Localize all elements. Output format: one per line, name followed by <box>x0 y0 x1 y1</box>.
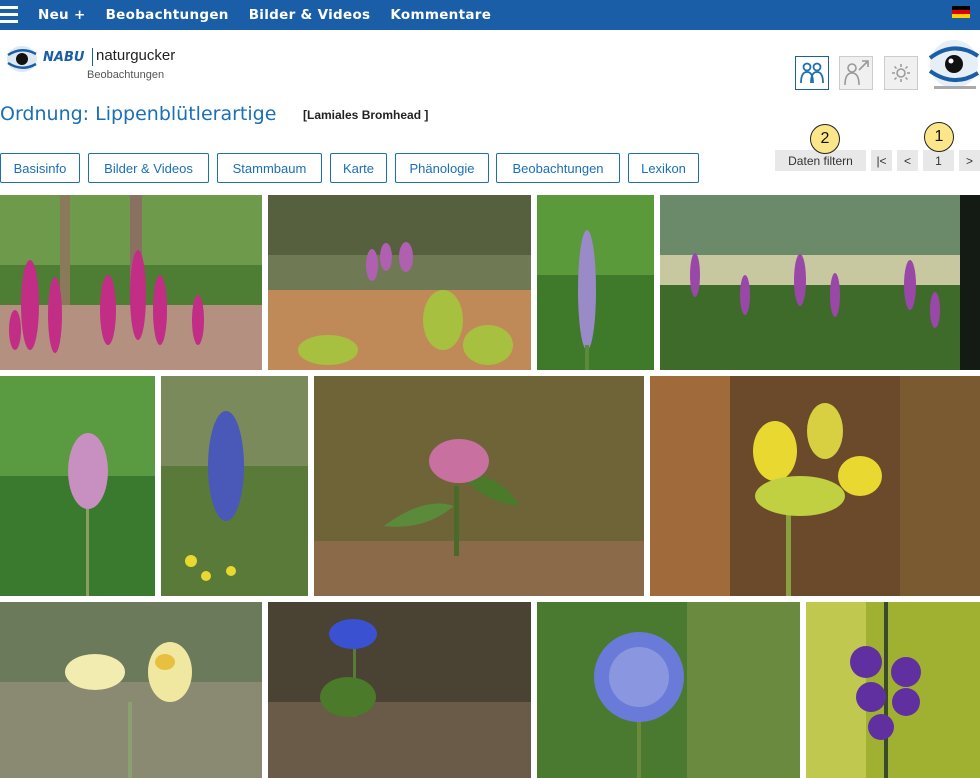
german-flag-icon[interactable] <box>952 6 970 18</box>
previous-page-button[interactable]: < <box>897 150 918 171</box>
community-icon <box>800 62 824 84</box>
photo-image <box>537 602 800 778</box>
gallery-photo-deadnettle[interactable] <box>314 376 644 596</box>
tab-family-tree[interactable]: Stammbaum <box>217 153 322 183</box>
settings-sun-icon <box>892 64 910 82</box>
nav-observations[interactable]: Beobachtungen <box>106 7 229 23</box>
share-profile-icon <box>844 60 869 86</box>
tab-map[interactable]: Karte <box>330 153 387 183</box>
photo-image <box>0 376 155 596</box>
page-number[interactable]: 1 <box>923 150 954 171</box>
gallery-photo-veronica-spike[interactable] <box>537 195 654 370</box>
photo-image <box>161 376 308 596</box>
photo-image <box>268 195 531 370</box>
annotation-badge-2: 2 <box>810 124 840 154</box>
photo-image <box>268 602 531 778</box>
gallery-photo-foxglove-clearing[interactable] <box>268 195 531 370</box>
share-profile-button[interactable] <box>839 56 873 90</box>
page-subtitle: [Lamiales Bromhead ] <box>303 108 429 122</box>
page-title: Ordnung: Lippenblütlerartige <box>0 103 277 125</box>
top-navigation-bar: Neu + Beobachtungen Bilder & Videos Komm… <box>0 0 980 30</box>
annotation-badge-1: 1 <box>924 122 954 152</box>
community-button[interactable] <box>795 56 829 90</box>
logo-eye-icon <box>7 46 37 72</box>
gallery-photo-speedwell[interactable] <box>268 602 531 778</box>
tab-basisinfo[interactable]: Basisinfo <box>0 153 80 183</box>
nav-images-videos[interactable]: Bilder & Videos <box>249 7 371 23</box>
photo-image <box>314 376 644 596</box>
next-page-button[interactable]: > <box>959 150 980 171</box>
tab-images-videos[interactable]: Bilder & Videos <box>88 153 209 183</box>
gallery-photo-toadflax[interactable] <box>0 602 262 778</box>
top-nav: Neu + Beobachtungen Bilder & Videos Komm… <box>38 0 491 30</box>
logo-nabu-text: NABU <box>43 50 85 65</box>
nabu-naturgucker-logo[interactable]: NABU naturgucker Beobachtungen <box>6 42 176 86</box>
settings-button[interactable] <box>884 56 918 90</box>
gallery-photo-bugle[interactable] <box>161 376 308 596</box>
photo-image <box>806 602 980 778</box>
tab-observations[interactable]: Beobachtungen <box>496 153 620 183</box>
gallery-photo-foxglove-forest[interactable] <box>660 195 980 370</box>
menu-icon[interactable] <box>0 6 18 24</box>
photo-image <box>537 195 654 370</box>
logo-divider <box>92 48 93 66</box>
nav-new[interactable]: Neu + <box>38 7 86 23</box>
first-page-button[interactable]: |< <box>871 150 892 171</box>
logo-brand-text: naturgucker <box>96 47 176 64</box>
photo-image <box>0 195 262 370</box>
gallery-photo-yellow-rattle[interactable] <box>650 376 980 596</box>
tab-lexicon[interactable]: Lexikon <box>628 153 699 183</box>
nav-comments[interactable]: Kommentare <box>390 7 491 23</box>
gallery-photo-globularia[interactable] <box>537 602 800 778</box>
logo-subtitle: Beobachtungen <box>87 69 165 81</box>
photo-image <box>0 602 262 778</box>
naturgucker-eye-logo-icon[interactable] <box>928 40 980 92</box>
gallery-photo-foxglove-meadow[interactable] <box>0 195 262 370</box>
gallery-photo-mullein[interactable] <box>806 602 980 778</box>
photo-image <box>660 195 980 370</box>
photo-image <box>650 376 980 596</box>
tab-phenology[interactable]: Phänologie <box>395 153 489 183</box>
gallery-photo-plantain[interactable] <box>0 376 155 596</box>
